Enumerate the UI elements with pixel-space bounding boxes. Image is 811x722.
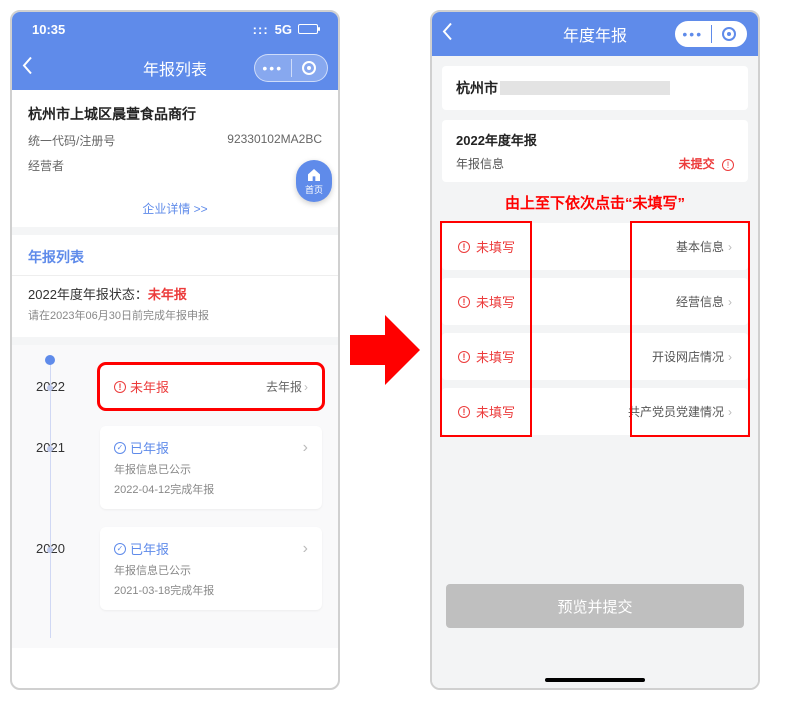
instruction-text: 由上至下依次点击“未填写” bbox=[432, 192, 758, 213]
nav-bar: 年度年报 ••• bbox=[432, 12, 758, 56]
report-sub2: 2021-03-18完成年报 bbox=[114, 582, 308, 598]
code-value: 92330102MA2BC bbox=[227, 132, 322, 149]
check-icon: ✓ bbox=[114, 543, 126, 555]
chevron-right-icon: › bbox=[728, 350, 732, 364]
status-card: 2022年度年报状态：未年报 请在2023年06月30日前完成年报申报 bbox=[12, 275, 338, 337]
form-items-list: ! 未填写 基本信息 › ! 未填写 经营信息 › ! 未填写 开设网店情况 › ! 未填写 … bbox=[442, 223, 748, 435]
timeline: 2022 ! 未年报 去年报 › bbox=[12, 345, 338, 648]
report-info-label: 年报信息 bbox=[456, 155, 504, 172]
battery-icon bbox=[298, 24, 318, 34]
item-name: 共产党员党建情况 bbox=[628, 403, 724, 420]
report-status: ! 未年报 bbox=[114, 377, 169, 396]
capsule-menu-icon[interactable]: ••• bbox=[255, 60, 291, 76]
item-name: 开设网店情况 bbox=[652, 348, 724, 365]
chevron-right-icon: › bbox=[303, 540, 308, 558]
form-item-party-building[interactable]: ! 未填写 共产党员党建情况 › bbox=[442, 388, 748, 435]
timeline-row: 2022 ! 未年报 去年报 › bbox=[36, 365, 322, 408]
timeline-row: 2020 ✓ 已年报 › 年报信息已公示 2021-03-18完成年报 bbox=[36, 527, 322, 610]
report-year-title: 2022年度年报 bbox=[456, 130, 734, 149]
section-title: 年报列表 bbox=[12, 235, 338, 275]
company-header-card: 杭州市上城区晨萱食品商行 统一代码/注册号 92330102MA2BC 经营者 … bbox=[12, 90, 338, 227]
network-label: 5G bbox=[275, 22, 292, 37]
miniapp-capsule[interactable]: ••• bbox=[254, 54, 328, 82]
timeline-year: 2021 bbox=[36, 426, 86, 455]
warning-icon: ! bbox=[722, 159, 734, 171]
nav-title: 年度年报 bbox=[563, 22, 627, 46]
report-sub1: 年报信息已公示 bbox=[114, 461, 308, 477]
item-status: 未填写 bbox=[476, 292, 515, 311]
company-card: 杭州市 bbox=[442, 66, 748, 110]
form-item-basic-info[interactable]: ! 未填写 基本信息 › bbox=[442, 223, 748, 270]
home-fab-label: 首页 bbox=[305, 183, 323, 196]
warning-icon: ! bbox=[114, 381, 126, 393]
status-hint: 请在2023年06月30日前完成年报申报 bbox=[28, 307, 322, 323]
company-detail-link[interactable]: 企业详情 >> bbox=[28, 200, 322, 217]
capsule-close-icon[interactable] bbox=[712, 27, 748, 41]
report-card-2022[interactable]: ! 未年报 去年报 › bbox=[100, 365, 322, 408]
timeline-dot bbox=[47, 446, 53, 452]
chevron-right-icon: › bbox=[304, 380, 308, 394]
back-icon[interactable] bbox=[442, 23, 454, 46]
form-item-business-info[interactable]: ! 未填写 经营信息 › bbox=[442, 278, 748, 325]
report-header-card: 2022年度年报 年报信息 未提交 ! bbox=[442, 120, 748, 182]
item-name: 基本信息 bbox=[676, 238, 724, 255]
form-item-online-store[interactable]: ! 未填写 开设网店情况 › bbox=[442, 333, 748, 380]
code-label: 统一代码/注册号 bbox=[28, 132, 115, 149]
right-phone: 年度年报 ••• 杭州市 2022年度年报 年报信息 未提交 ! bbox=[430, 10, 760, 690]
status-prefix: 2022年度年报状态： bbox=[28, 287, 148, 302]
timeline-year: 2022 bbox=[36, 365, 86, 394]
warning-icon: ! bbox=[458, 406, 470, 418]
timeline-dot bbox=[47, 547, 53, 553]
left-phone: 10:35 ::: 5G 年报列表 ••• 杭州市上城区晨萱食品商行 统一代码/… bbox=[10, 10, 340, 690]
company-prefix: 杭州市 bbox=[456, 78, 498, 98]
redacted-company-name bbox=[500, 81, 670, 95]
report-card-2021[interactable]: ✓ 已年报 › 年报信息已公示 2022-04-12完成年报 bbox=[100, 426, 322, 509]
home-indicator bbox=[545, 678, 645, 682]
status-right: ::: 5G bbox=[253, 22, 318, 37]
report-sub1: 年报信息已公示 bbox=[114, 562, 308, 578]
capsule-menu-icon[interactable]: ••• bbox=[675, 26, 711, 42]
item-status: 未填写 bbox=[476, 402, 515, 421]
capsule-close-icon[interactable] bbox=[292, 61, 328, 75]
warning-icon: ! bbox=[458, 351, 470, 363]
chevron-right-icon: › bbox=[303, 439, 308, 457]
warning-icon: ! bbox=[458, 241, 470, 253]
report-sub2: 2022-04-12完成年报 bbox=[114, 481, 308, 497]
status-time: 10:35 bbox=[32, 22, 65, 37]
timeline-dot bbox=[47, 385, 53, 391]
flow-arrow-icon bbox=[350, 300, 420, 400]
timeline-origin-dot bbox=[45, 355, 55, 365]
nav-title: 年报列表 bbox=[143, 56, 207, 80]
operator-label: 经营者 bbox=[28, 157, 64, 174]
back-icon[interactable] bbox=[22, 57, 34, 80]
report-submit-status: 未提交 bbox=[679, 157, 715, 171]
operator-value: 徐颖 bbox=[28, 176, 322, 192]
preview-submit-button[interactable]: 预览并提交 bbox=[446, 584, 744, 628]
report-status: ✓ 已年报 bbox=[114, 539, 169, 558]
timeline-row: 2021 ✓ 已年报 › 年报信息已公示 2022-04-12完成年报 bbox=[36, 426, 322, 509]
timeline-year: 2020 bbox=[36, 527, 86, 556]
item-status: 未填写 bbox=[476, 237, 515, 256]
item-name: 经营信息 bbox=[676, 293, 724, 310]
item-status: 未填写 bbox=[476, 347, 515, 366]
home-fab[interactable]: 首页 bbox=[296, 160, 332, 202]
report-card-2020[interactable]: ✓ 已年报 › 年报信息已公示 2021-03-18完成年报 bbox=[100, 527, 322, 610]
chevron-right-icon: › bbox=[728, 405, 732, 419]
check-icon: ✓ bbox=[114, 442, 126, 454]
report-status: ✓ 已年报 bbox=[114, 438, 169, 457]
nav-bar: 年报列表 ••• bbox=[12, 46, 338, 90]
miniapp-capsule[interactable]: ••• bbox=[674, 20, 748, 48]
signal-icon: ::: bbox=[253, 22, 269, 37]
chevron-right-icon: › bbox=[728, 295, 732, 309]
go-report-action[interactable]: 去年报 › bbox=[266, 378, 308, 395]
status-value: 未年报 bbox=[148, 287, 187, 302]
company-name: 杭州市上城区晨萱食品商行 bbox=[28, 104, 322, 124]
chevron-right-icon: › bbox=[728, 240, 732, 254]
warning-icon: ! bbox=[458, 296, 470, 308]
status-bar: 10:35 ::: 5G bbox=[12, 12, 338, 46]
home-icon bbox=[306, 167, 322, 183]
